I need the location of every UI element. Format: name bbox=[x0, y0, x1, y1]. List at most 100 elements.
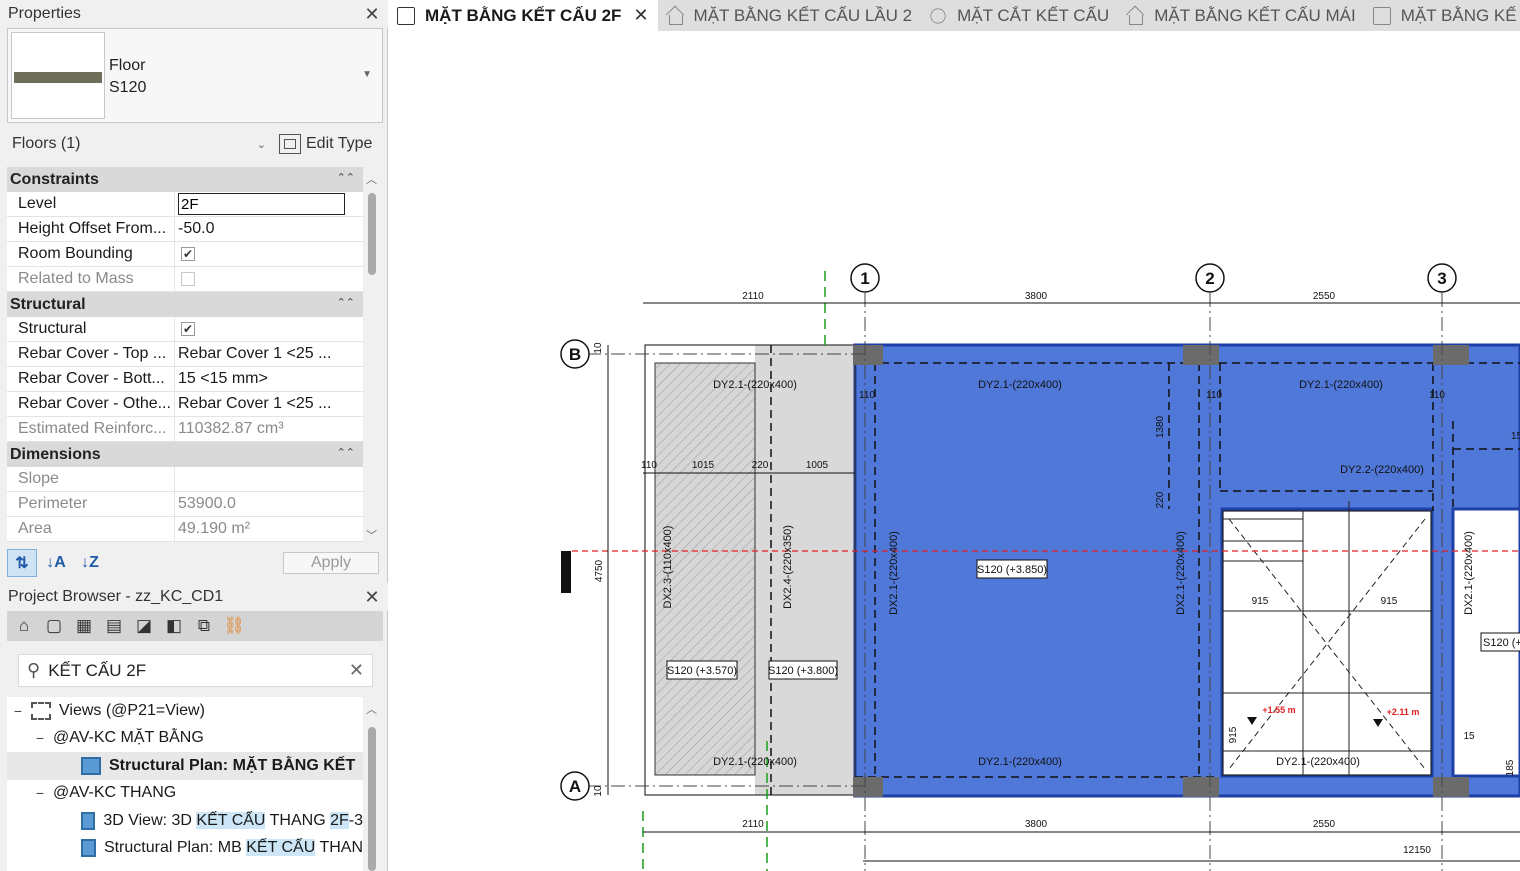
categorized-sort-icon[interactable]: ⇅ bbox=[7, 549, 37, 577]
chevron-down-icon: ⌄ bbox=[256, 138, 266, 151]
beam-label-dy21-a: DY2.1-(220x400) bbox=[713, 379, 797, 391]
structural-checkbox[interactable]: ✔ bbox=[181, 322, 195, 336]
section-dimensions[interactable]: Dimensions ⌃⌃ bbox=[7, 442, 363, 467]
related-to-mass-checkbox bbox=[181, 272, 195, 286]
properties-header: Properties ✕ bbox=[0, 0, 388, 28]
structural-plan-drawing[interactable]: 1 2 3 B A 2110 3800 2550 2110 3800 2550 … bbox=[389, 31, 1520, 871]
tab-label: MẶT BẰNG KẾT CẤU LẦU 2 bbox=[693, 5, 913, 25]
prop-name: Rebar Cover - Bott... bbox=[7, 367, 175, 391]
family-icon[interactable]: ◧ bbox=[162, 615, 186, 637]
edit-type-label: Edit Type bbox=[306, 135, 373, 152]
grid-label-2: 2 bbox=[1205, 269, 1214, 288]
tree-label: Structural Plan: MB KẾT CẤU THAN bbox=[103, 839, 363, 857]
properties-scrollbar[interactable]: ︿ ﹀ bbox=[364, 167, 382, 545]
grid-bubble-1[interactable]: 1 bbox=[850, 263, 880, 293]
collapse-icon[interactable]: ⌃⌃ bbox=[337, 171, 355, 184]
sheet-icon[interactable]: ◪ bbox=[132, 615, 156, 637]
tree-node-av-kc-mat-bang[interactable]: − @AV-KC MẶT BẰNG bbox=[7, 725, 363, 753]
beam-label-dy21-c: DY2.1-(220x400) bbox=[1299, 379, 1383, 391]
beam-label-dx21-a: DX2.1-(220x400) bbox=[888, 531, 900, 615]
legend-icon[interactable]: ▦ bbox=[72, 615, 96, 637]
home-icon[interactable]: ⌂ bbox=[12, 615, 36, 637]
type-selector[interactable]: Floor S120 ▼ bbox=[7, 28, 383, 123]
close-icon[interactable]: ✕ bbox=[362, 4, 382, 24]
dim-bottom-2110: 2110 bbox=[742, 819, 764, 830]
room-bounding-checkbox[interactable]: ✔ bbox=[181, 247, 195, 261]
tree-node-3d-view-ket-cau-thang[interactable]: 3D View: 3D KẾT CẤU THANG 2F-3 bbox=[7, 807, 363, 835]
sort-descending-icon[interactable]: ↓Z bbox=[75, 549, 105, 577]
view-icon[interactable]: ▢ bbox=[42, 615, 66, 637]
dim-1530: 1530 bbox=[1511, 431, 1520, 442]
prop-row-related-to-mass: Related to Mass bbox=[7, 267, 363, 292]
scrollbar-thumb[interactable] bbox=[368, 193, 376, 275]
section-structural[interactable]: Structural ⌃⌃ bbox=[7, 292, 363, 317]
tree-node-structural-plan-mb-ket-cau[interactable]: Structural Plan: MB KẾT CẤU THAN bbox=[7, 835, 363, 863]
tree-node-structural-plan-mat-bang[interactable]: Structural Plan: MẶT BẰNG KẾT bbox=[7, 752, 363, 780]
collapse-icon[interactable]: ⌃⌃ bbox=[337, 446, 355, 459]
prop-row-rebar-bottom: Rebar Cover - Bott... 15 <15 mm> bbox=[7, 367, 363, 392]
grid-label-1: 1 bbox=[860, 269, 869, 288]
section-constraints[interactable]: Constraints ⌃⌃ bbox=[7, 167, 363, 192]
prop-name: Slope bbox=[7, 467, 175, 491]
close-tab-icon[interactable]: ✕ bbox=[633, 5, 648, 26]
prop-row-slope: Slope bbox=[7, 467, 363, 492]
level-input[interactable] bbox=[178, 193, 345, 215]
rebar-bottom-value[interactable]: 15 <15 mm> bbox=[175, 367, 363, 391]
dim-mid-110: 110 bbox=[641, 460, 657, 471]
group-icon[interactable]: ⧉ bbox=[192, 615, 216, 637]
house-icon bbox=[1126, 7, 1144, 25]
tab-mat-cat-ket-cau[interactable]: MẶT CẮT KẾT CẤU bbox=[921, 0, 1118, 31]
scrollbar-thumb[interactable] bbox=[368, 727, 376, 871]
filter-row: Floors (1) ⌄ Edit Type bbox=[7, 130, 383, 158]
slab-gray-area[interactable] bbox=[755, 345, 855, 795]
dim-top-2110: 2110 bbox=[742, 291, 764, 302]
link-icon[interactable]: ⛓ bbox=[222, 615, 246, 637]
sort-ascending-icon[interactable]: ↓A bbox=[41, 549, 71, 577]
prop-name: Room Bounding bbox=[7, 242, 175, 266]
dim-220: 220 bbox=[1155, 491, 1166, 508]
collapse-icon[interactable]: − bbox=[33, 785, 47, 801]
grid-bubble-b[interactable]: B bbox=[560, 339, 590, 369]
view-tab-bar: MẶT BẰNG KẾT CẤU 2F ✕ MẶT BẰNG KẾT CẤU L… bbox=[389, 0, 1520, 31]
scroll-up-icon[interactable]: ︿ bbox=[366, 171, 377, 187]
dim-110-c: 110 bbox=[1429, 390, 1445, 401]
beam-label-dy21-f: DY2.1-(220x400) bbox=[1276, 756, 1360, 768]
collapse-icon[interactable]: − bbox=[11, 703, 25, 719]
prop-name: Area bbox=[7, 517, 175, 541]
grid-bubble-3[interactable]: 3 bbox=[1427, 263, 1457, 293]
tab-label: MẶT CẮT KẾT CẤU bbox=[957, 5, 1110, 25]
collapse-icon[interactable]: − bbox=[33, 730, 47, 746]
tree-node-views[interactable]: − Views (@P21=View) bbox=[7, 697, 363, 725]
clear-search-icon[interactable]: ✕ bbox=[349, 660, 364, 681]
scroll-down-icon[interactable]: ﹀ bbox=[366, 527, 377, 543]
close-icon[interactable]: ✕ bbox=[362, 587, 382, 607]
tab-mat-bang-ket-cau-mai[interactable]: MẶT BẰNG KẾT CẤU MÁI bbox=[1118, 0, 1365, 31]
prop-row-level: Level bbox=[7, 192, 363, 217]
tree-node-av-kc-thang[interactable]: − @AV-KC THANG bbox=[7, 780, 363, 808]
browser-search-input[interactable]: ⚲ KẾT CẤU 2F ✕ bbox=[18, 654, 373, 687]
tree-scrollbar[interactable]: ︿ bbox=[364, 697, 382, 871]
tab-mat-bang-ket-cau-lau-2[interactable]: MẶT BẰNG KẾT CẤU LẦU 2 bbox=[658, 0, 922, 31]
drawing-canvas[interactable]: 1 2 3 B A 2110 3800 2550 2110 3800 2550 … bbox=[389, 31, 1520, 871]
section-label: Dimensions bbox=[10, 445, 101, 463]
plan-icon bbox=[1372, 6, 1391, 25]
apply-button[interactable]: Apply bbox=[283, 552, 379, 574]
chevron-down-icon[interactable]: ▼ bbox=[362, 69, 372, 80]
schedule-icon[interactable]: ▤ bbox=[102, 615, 126, 637]
edit-type-button[interactable]: Edit Type bbox=[279, 130, 383, 158]
tab-mat-bang-ke[interactable]: MẶT BẰNG KẾ bbox=[1365, 0, 1520, 31]
collapse-icon[interactable]: ⌃⌃ bbox=[337, 296, 355, 309]
section-marker[interactable] bbox=[561, 551, 571, 593]
element-filter-dropdown[interactable]: Floors (1) ⌄ bbox=[7, 130, 272, 158]
prop-name: Perimeter bbox=[7, 492, 175, 516]
properties-title: Properties bbox=[8, 5, 81, 22]
scroll-up-icon[interactable]: ︿ bbox=[366, 701, 377, 717]
grid-bubble-2[interactable]: 2 bbox=[1195, 263, 1225, 293]
rebar-other-value[interactable]: Rebar Cover 1 <25 ... bbox=[175, 392, 363, 416]
rebar-top-value[interactable]: Rebar Cover 1 <25 ... bbox=[175, 342, 363, 366]
dim-915-c: 915 bbox=[1228, 726, 1239, 743]
tab-mat-bang-ket-cau-2f[interactable]: MẶT BẰNG KẾT CẤU 2F ✕ bbox=[389, 0, 658, 31]
grid-bubble-a[interactable]: A bbox=[560, 771, 590, 801]
sort-row: ⇅ ↓A ↓Z Apply bbox=[7, 549, 383, 577]
height-offset-value[interactable]: -50.0 bbox=[175, 217, 363, 241]
